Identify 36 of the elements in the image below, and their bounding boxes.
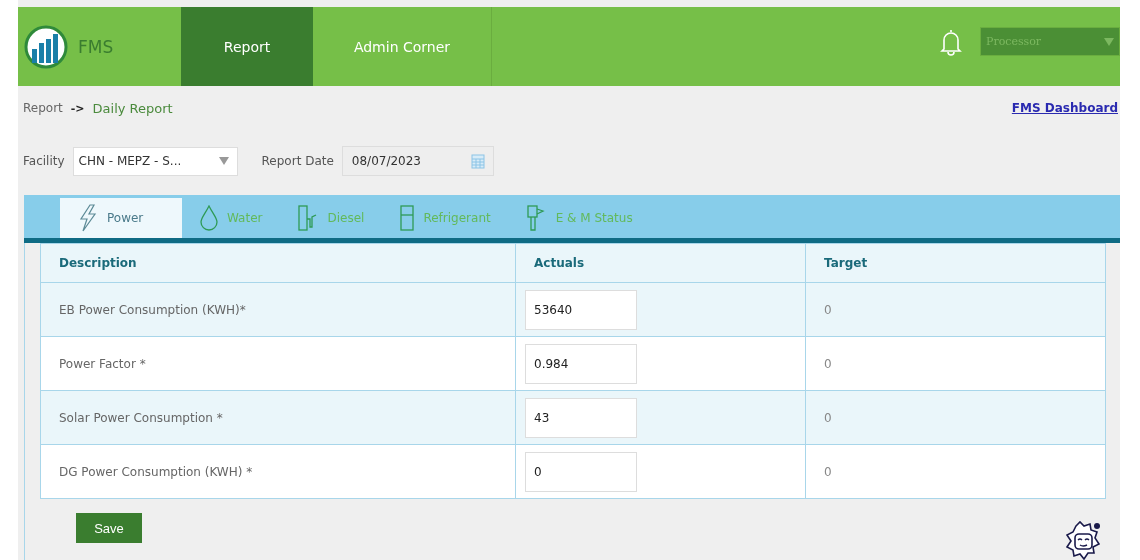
actual-input[interactable]: 53640 bbox=[525, 289, 637, 330]
facility-select[interactable]: CHN - MEPZ - S... bbox=[72, 146, 238, 176]
report-date-field[interactable]: 08/07/2023 bbox=[341, 146, 494, 176]
breadcrumb-current: Daily Report bbox=[92, 100, 173, 116]
breadcrumb-link[interactable]: Report bbox=[23, 101, 63, 115]
table-cell-text: 0 bbox=[823, 301, 833, 319]
caret-icon bbox=[1104, 37, 1114, 46]
logo-icon bbox=[24, 24, 68, 69]
facility-label: Facility bbox=[23, 154, 65, 168]
fuel-pump-icon bbox=[298, 205, 319, 231]
water-drop-icon bbox=[200, 205, 218, 231]
table-cell-text: 0 bbox=[823, 355, 833, 373]
actual-input[interactable]: 0.984 bbox=[525, 343, 637, 384]
row-description: Power Factor * bbox=[59, 356, 146, 371]
row-description: Solar Power Consumption * bbox=[59, 410, 223, 425]
nav-tab[interactable]: Report bbox=[181, 7, 313, 86]
refrigerator-icon bbox=[400, 205, 415, 231]
breadcrumb-separator: -> bbox=[70, 101, 85, 115]
report-date-label: Report Date bbox=[261, 154, 334, 168]
actual-input[interactable]: 43 bbox=[525, 397, 637, 438]
row-description: EB Power Consumption (KWH)* bbox=[59, 302, 246, 317]
row-description: DG Power Consumption (KWH) * bbox=[59, 464, 253, 479]
dashboard-link[interactable]: FMS Dashboard bbox=[1011, 101, 1118, 115]
actual-input[interactable]: 0 bbox=[525, 451, 637, 492]
lightning-icon bbox=[78, 204, 98, 232]
calendar-icon[interactable] bbox=[470, 153, 485, 169]
table-cell-text: 0 bbox=[823, 463, 833, 481]
column-header: Target bbox=[823, 255, 869, 272]
save-button[interactable]: Save bbox=[76, 513, 142, 543]
table-cell-text: 0 bbox=[823, 409, 833, 427]
drill-icon bbox=[526, 205, 547, 231]
app-name: FMS bbox=[78, 36, 114, 57]
chatbot-icon[interactable] bbox=[1064, 520, 1102, 560]
category-tab[interactable]: Power bbox=[60, 198, 182, 238]
bell-icon[interactable] bbox=[940, 27, 962, 56]
caret-icon bbox=[218, 157, 229, 165]
